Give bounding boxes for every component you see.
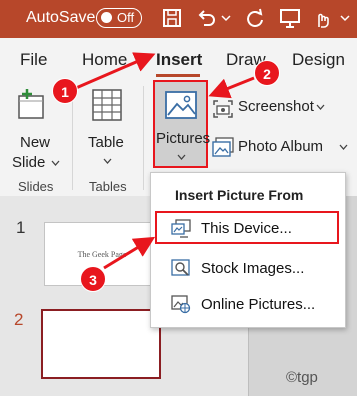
- photo-album-chevron-icon: [339, 144, 348, 150]
- table-label: Table: [88, 134, 124, 151]
- photo-album-icon: [212, 137, 234, 157]
- autosave-toggle[interactable]: Off: [96, 8, 142, 28]
- autosave-label: AutoSave: [26, 9, 96, 26]
- undo-icon[interactable]: [194, 6, 218, 30]
- undo-dropdown-chevron-icon[interactable]: [221, 14, 231, 22]
- menu-item-online-pictures[interactable]: Online Pictures...: [151, 288, 345, 320]
- present-icon[interactable]: [278, 6, 302, 30]
- table-icon: [92, 89, 122, 121]
- group-separator: [143, 86, 144, 190]
- photo-album-label: Photo Album: [238, 138, 324, 155]
- menu-item-label: Online Pictures...: [201, 296, 316, 313]
- new-slide-label-line2: Slide: [12, 154, 46, 171]
- new-slide-icon: [18, 89, 44, 119]
- step-badge-1: 1: [52, 78, 78, 104]
- group-label-slides: Slides: [18, 179, 54, 194]
- photo-album-button[interactable]: Photo Album: [212, 134, 354, 160]
- save-icon[interactable]: [160, 6, 184, 30]
- tab-design[interactable]: Design: [292, 50, 345, 70]
- pictures-label: Pictures: [156, 130, 211, 147]
- menu-item-label: Stock Images...: [201, 260, 305, 277]
- watermark: ©tgp: [286, 369, 318, 386]
- pictures-icon: [165, 91, 197, 119]
- pictures-button[interactable]: Pictures: [153, 80, 211, 168]
- screenshot-label: Screenshot: [238, 98, 314, 115]
- screenshot-icon: [213, 100, 233, 118]
- online-pictures-icon: [171, 295, 191, 314]
- annotation-highlight-box: [155, 211, 339, 244]
- tab-insert[interactable]: Insert: [156, 50, 202, 70]
- step-badge-2: 2: [254, 60, 280, 86]
- slide-thumbnail-title: The Geek Page: [77, 250, 127, 259]
- ribbon-tab-bar: File Home Insert Draw Design: [0, 38, 357, 78]
- tab-home[interactable]: Home: [82, 50, 127, 70]
- slide-number-2: 2: [14, 310, 24, 329]
- toggle-knob: [101, 12, 112, 23]
- menu-item-stock-images[interactable]: Stock Images...: [151, 252, 345, 284]
- table-button[interactable]: Table: [82, 84, 134, 174]
- redo-icon[interactable]: [243, 6, 267, 30]
- tab-file[interactable]: File: [20, 50, 47, 70]
- step-badge-3: 3: [80, 266, 106, 292]
- pictures-chevron-icon: [177, 154, 186, 160]
- group-label-tables: Tables: [89, 179, 127, 194]
- new-slide-chevron-icon: [51, 160, 60, 166]
- screenshot-button[interactable]: Screenshot: [212, 94, 332, 120]
- autosave-state: Off: [117, 10, 135, 25]
- touch-mode-icon[interactable]: [310, 6, 334, 30]
- slide-number-1: 1: [16, 218, 26, 237]
- title-bar: AutoSave Off: [0, 0, 357, 38]
- customize-toolbar-chevron-icon[interactable]: [340, 14, 350, 22]
- menu-header: Insert Picture From: [175, 187, 304, 203]
- stock-images-icon: [171, 259, 190, 276]
- screenshot-chevron-icon: [316, 104, 325, 110]
- active-tab-indicator: [156, 74, 200, 77]
- slide-thumbnail-2[interactable]: [41, 309, 161, 379]
- table-chevron-icon: [103, 158, 112, 164]
- insert-picture-menu: Insert Picture From This Device... Stock…: [150, 172, 346, 328]
- new-slide-label-line1: New: [20, 134, 51, 151]
